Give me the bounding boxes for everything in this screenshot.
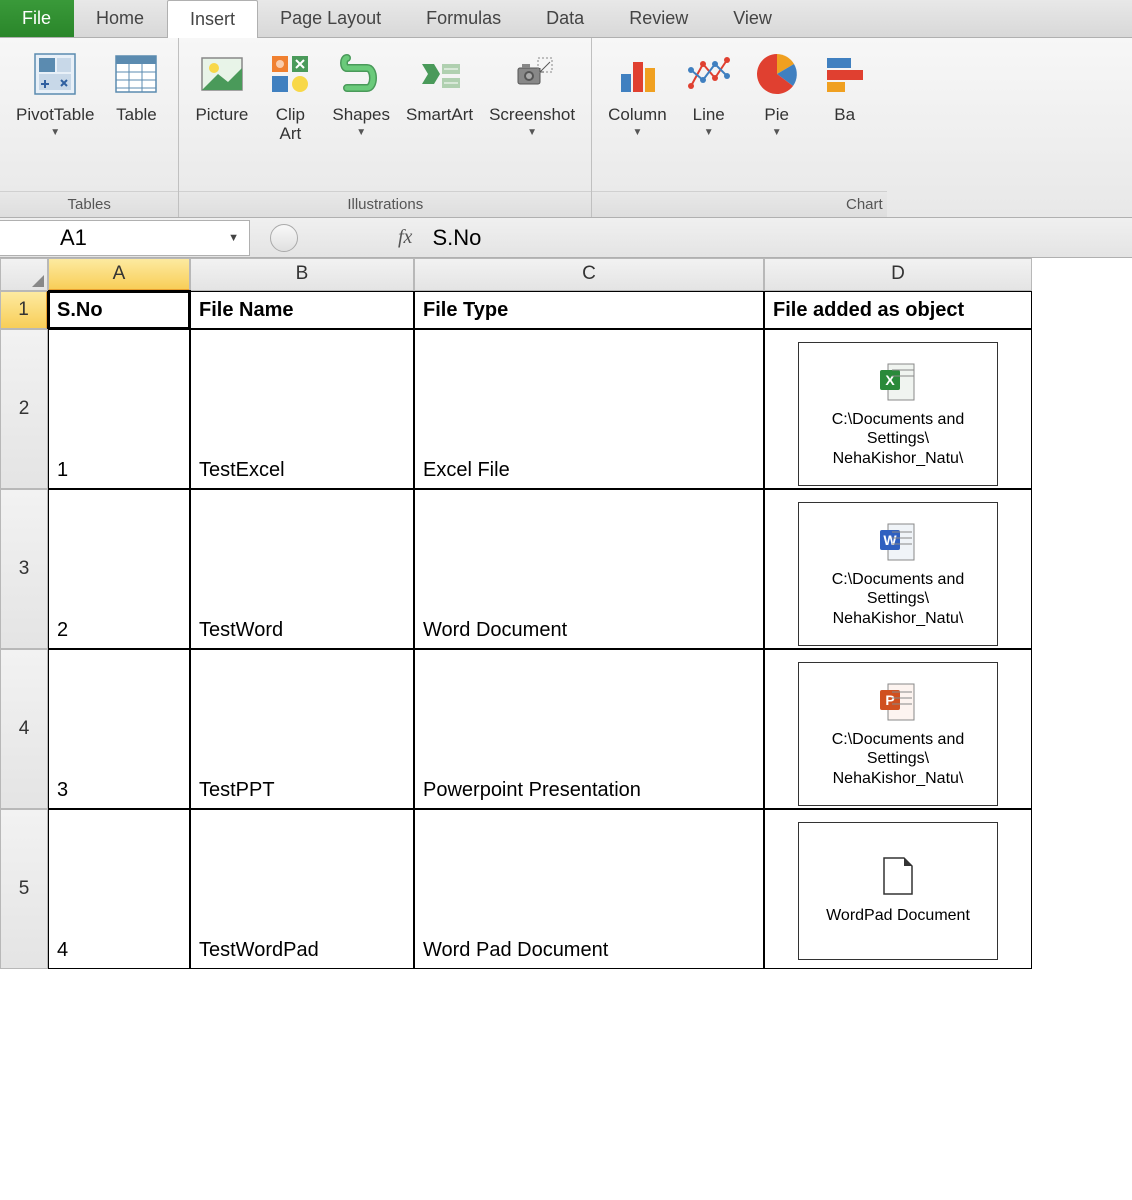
ribbon-group-charts: Column ▼ Line ▼ (592, 38, 887, 217)
group-label-charts: Chart (592, 191, 887, 217)
tab-insert[interactable]: Insert (167, 0, 258, 38)
object-path: C:\Documents and Settings\ NehaKishor_Na… (803, 410, 993, 468)
shapes-button[interactable]: Shapes ▼ (324, 44, 398, 191)
embedded-wordpad-object[interactable]: WordPad Document (798, 822, 998, 960)
row-header-5[interactable]: 5 (0, 809, 48, 969)
tab-home[interactable]: Home (74, 0, 167, 37)
tab-page-layout[interactable]: Page Layout (258, 0, 404, 37)
pivottable-icon (29, 48, 81, 100)
cell-d2[interactable]: X C:\Documents and Settings\ NehaKishor_… (764, 329, 1032, 489)
dropdown-arrow-icon: ▼ (50, 127, 60, 138)
cell-a4[interactable]: 3 (48, 649, 190, 809)
cell-b4[interactable]: TestPPT (190, 649, 414, 809)
table-button[interactable]: Table (102, 44, 170, 191)
dropdown-arrow-icon: ▼ (356, 127, 366, 138)
tab-data[interactable]: Data (524, 0, 607, 37)
embedded-excel-object[interactable]: X C:\Documents and Settings\ NehaKishor_… (798, 342, 998, 486)
fx-label[interactable]: fx (398, 226, 412, 249)
cell-b5[interactable]: TestWordPad (190, 809, 414, 969)
cell-b2[interactable]: TestExcel (190, 329, 414, 489)
tab-formulas[interactable]: Formulas (404, 0, 524, 37)
tab-view[interactable]: View (711, 0, 795, 37)
tab-review[interactable]: Review (607, 0, 711, 37)
bar-chart-button[interactable]: Ba (811, 44, 879, 191)
cell-d3[interactable]: W C:\Documents and Settings\ NehaKishor_… (764, 489, 1032, 649)
col-header-c[interactable]: C (414, 258, 764, 291)
dropdown-arrow-icon: ▼ (632, 127, 642, 138)
powerpoint-file-icon: P (878, 680, 918, 724)
ribbon-group-illustrations: Picture Clip Art (179, 38, 592, 217)
cell-c2[interactable]: Excel File (414, 329, 764, 489)
col-header-b[interactable]: B (190, 258, 414, 291)
row-header-3[interactable]: 3 (0, 489, 48, 649)
picture-icon (196, 48, 248, 100)
dropdown-arrow-icon: ▼ (772, 127, 782, 138)
word-file-icon: W (878, 520, 918, 564)
group-label-tables: Tables (0, 191, 178, 217)
pie-chart-icon (751, 48, 803, 100)
wordpad-file-icon (878, 856, 918, 900)
object-path: WordPad Document (826, 906, 970, 925)
cell-d5[interactable]: WordPad Document (764, 809, 1032, 969)
excel-file-icon: X (878, 360, 918, 404)
line-chart-icon (683, 48, 735, 100)
svg-text:X: X (885, 372, 895, 388)
cell-a5[interactable]: 4 (48, 809, 190, 969)
row-header-1[interactable]: 1 (0, 291, 48, 329)
clipart-icon (264, 48, 316, 100)
cell-a2[interactable]: 1 (48, 329, 190, 489)
cell-b1[interactable]: File Name (190, 291, 414, 329)
smartart-button[interactable]: SmartArt (398, 44, 481, 191)
line-chart-button[interactable]: Line ▼ (675, 44, 743, 191)
svg-text:P: P (885, 692, 894, 708)
dropdown-arrow-icon: ▼ (704, 127, 714, 138)
column-chart-icon (611, 48, 663, 100)
cell-c5[interactable]: Word Pad Document (414, 809, 764, 969)
row-header-2[interactable]: 2 (0, 329, 48, 489)
cell-c3[interactable]: Word Document (414, 489, 764, 649)
pivottable-button[interactable]: PivotTable ▼ (8, 44, 102, 191)
bar-chart-icon (819, 48, 871, 100)
clipart-button[interactable]: Clip Art (256, 44, 324, 191)
pie-chart-button[interactable]: Pie ▼ (743, 44, 811, 191)
cell-a1[interactable]: S.No (48, 291, 190, 329)
screenshot-icon (506, 48, 558, 100)
name-box-dropdown-icon[interactable]: ▼ (228, 232, 239, 244)
screenshot-button[interactable]: Screenshot ▼ (481, 44, 583, 191)
embedded-word-object[interactable]: W C:\Documents and Settings\ NehaKishor_… (798, 502, 998, 646)
embedded-ppt-object[interactable]: P C:\Documents and Settings\ NehaKishor_… (798, 662, 998, 806)
ribbon-group-tables: PivotTable ▼ Table Tabl (0, 38, 179, 217)
formula-bar: A1 ▼ fx S.No (0, 218, 1132, 258)
cell-d4[interactable]: P C:\Documents and Settings\ NehaKishor_… (764, 649, 1032, 809)
column-chart-button[interactable]: Column ▼ (600, 44, 675, 191)
name-box[interactable]: A1 ▼ (0, 220, 250, 256)
object-path: C:\Documents and Settings\ NehaKishor_Na… (803, 730, 993, 788)
cell-c1[interactable]: File Type (414, 291, 764, 329)
cell-b3[interactable]: TestWord (190, 489, 414, 649)
dropdown-arrow-icon: ▼ (527, 127, 537, 138)
picture-button[interactable]: Picture (187, 44, 256, 191)
cell-c4[interactable]: Powerpoint Presentation (414, 649, 764, 809)
col-header-a[interactable]: A (48, 258, 190, 291)
row-header-4[interactable]: 4 (0, 649, 48, 809)
object-path: C:\Documents and Settings\ NehaKishor_Na… (803, 570, 993, 628)
ribbon: PivotTable ▼ Table Tabl (0, 38, 1132, 218)
col-header-d[interactable]: D (764, 258, 1032, 291)
select-all-corner[interactable] (0, 258, 48, 291)
group-label-illustrations: Illustrations (179, 191, 591, 217)
svg-text:W: W (883, 532, 897, 548)
spreadsheet-grid: A B C D 1 S.No File Name File Type File … (0, 258, 1132, 969)
formula-input[interactable]: S.No (432, 225, 481, 251)
cell-d1[interactable]: File added as object (764, 291, 1032, 329)
cell-a3[interactable]: 2 (48, 489, 190, 649)
smartart-icon (414, 48, 466, 100)
shapes-icon (335, 48, 387, 100)
table-icon (110, 48, 162, 100)
fx-expand-button[interactable] (270, 224, 298, 252)
ribbon-tabs: File Home Insert Page Layout Formulas Da… (0, 0, 1132, 38)
tab-file[interactable]: File (0, 0, 74, 37)
